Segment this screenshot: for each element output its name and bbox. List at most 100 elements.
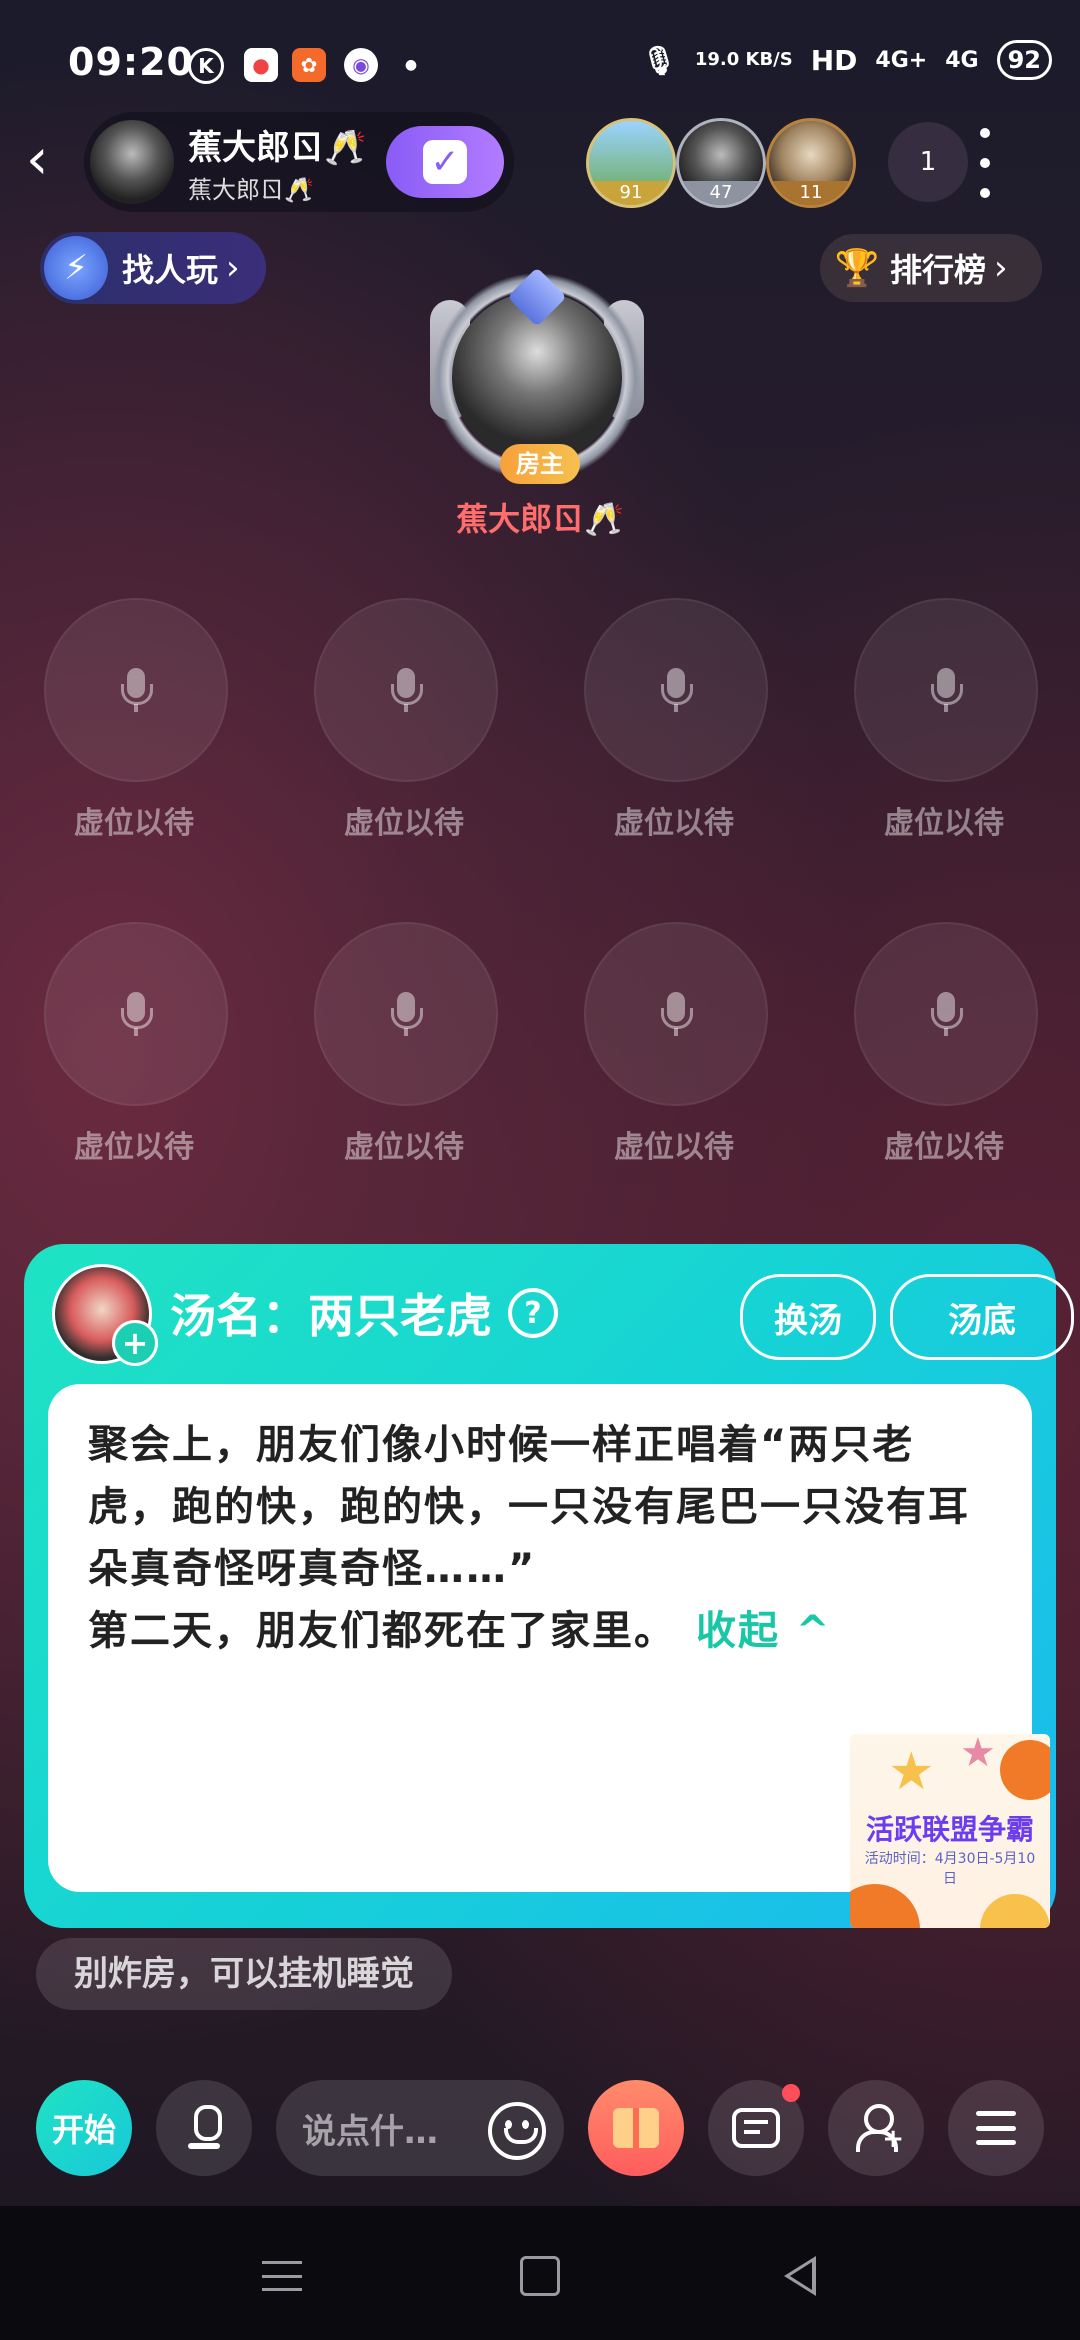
star-icon: ★ [888,1742,935,1802]
invite-user-button[interactable]: + [828,2080,924,2176]
seat-circle[interactable] [44,922,228,1106]
status-bar: 09:20 K ● ✿ ◉ ● 🎙 19.0 KB/S HD 4G+ 4G 92 [0,0,1080,120]
messages-button[interactable] [708,2080,804,2176]
more-menu-icon[interactable] [970,128,1000,198]
back-button[interactable]: ‹ [26,130,76,190]
status-right: 🎙 19.0 KB/S HD 4G+ 4G 92 [641,40,1052,80]
seat-circle[interactable] [854,922,1038,1106]
seat-label: 虚位以待 [884,806,1004,841]
follow-button[interactable]: ✓ [386,126,504,198]
map-app-icon: ● [244,48,278,82]
seat-3[interactable]: 虚位以待 [584,598,768,842]
help-icon[interactable]: ? [508,1288,558,1338]
nav-back-button[interactable] [770,2246,830,2306]
gift-button[interactable] [588,2080,684,2176]
emoji-icon[interactable] [488,2102,546,2160]
puzzle-answer-button[interactable]: 汤底 [890,1274,1074,1360]
viewer-avatar-1[interactable]: 91 [586,118,676,208]
owner-name: 蕉大郎ㄖ🥂 [188,128,367,168]
recent-apps-icon [262,2261,302,2291]
seat-8[interactable]: 虚位以待 [854,922,1038,1166]
viewer-badge: 91 [589,181,673,205]
story-line-1: 聚会上，朋友们像小时候一样正唱着“两只老虎，跑的快，跑的快，一只没有尾巴一只没有… [88,1422,970,1592]
seat-label: 虚位以待 [614,1130,734,1165]
planet-app-icon: ◉ [344,48,378,82]
battery-indicator: 92 [996,40,1052,80]
room-owner-pill[interactable]: 蕉大郎ㄖ🥂 蕉大郎ㄖ🥂 ✓ [84,112,514,212]
seat-2[interactable]: 虚位以待 [314,598,498,842]
find-players-label: 找人玩 [122,251,219,289]
mic-status-icon: 🎙 [641,43,677,77]
seat-label: 虚位以待 [614,806,734,841]
change-puzzle-button[interactable]: 换汤 [740,1274,876,1360]
host-badge: 房主 [500,444,580,484]
seat-label: 虚位以待 [344,806,464,841]
lightning-icon: ⚡ [44,236,108,300]
find-players-button[interactable]: ⚡ 找人玩 › [40,232,266,304]
plus-icon[interactable]: + [112,1320,158,1366]
signal-4g: 4G [945,47,979,73]
seat-7[interactable]: 虚位以待 [584,922,768,1166]
back-triangle-icon [784,2256,816,2296]
chat-input[interactable]: 说点什… [276,2080,564,2176]
orange-app-icon: ✿ [292,48,326,82]
status-time: 09:20 [68,40,194,84]
seat-label: 虚位以待 [344,1130,464,1165]
seat-label: 虚位以待 [74,1130,194,1165]
chevron-right-icon: › [226,248,240,288]
seat-6[interactable]: 虚位以待 [314,922,498,1166]
mic-icon [931,668,963,712]
promo-subtitle: 活动时间：4月30日-5月10日 [864,1851,1036,1887]
notification-dot-icon: ● [404,57,418,73]
unread-dot [782,2084,800,2102]
system-nav-bar [0,2206,1080,2340]
viewer-count[interactable]: 1 [888,122,968,202]
room-notice: 别炸房，可以挂机睡觉 [36,1938,452,2010]
owner-subtitle: 蕉大郎ㄖ🥂 [188,176,314,204]
mic-icon [661,992,693,1036]
story-line-2: 第二天，朋友们都死在了家里。 [88,1608,676,1654]
mic-icon [391,992,423,1036]
leaderboard-button[interactable]: 🏆 排行榜 › [820,234,1042,302]
mic-icon [931,992,963,1036]
start-button[interactable]: 开始 [36,2080,132,2176]
owner-avatar[interactable] [90,120,174,204]
add-user-icon: + [852,2104,904,2152]
hamburger-icon [976,2111,1016,2145]
viewer-badge: 11 [769,181,853,205]
seat-circle[interactable] [584,598,768,782]
seat-circle[interactable] [584,922,768,1106]
trophy-icon: 🏆 [834,248,880,289]
seat-circle[interactable] [314,922,498,1106]
seat-label: 虚位以待 [74,806,194,841]
seat-circle[interactable] [314,598,498,782]
chat-input-placeholder: 说点什… [302,2111,438,2152]
mic-icon [661,668,693,712]
puzzle-story: 聚会上，朋友们像小时候一样正唱着“两只老虎，跑的快，跑的快，一只没有尾巴一只没有… [88,1414,988,1662]
seat-label: 虚位以待 [884,1130,1004,1165]
mic-toggle-button[interactable] [156,2080,252,2176]
viewer-avatar-2[interactable]: 47 [676,118,766,208]
nav-home-button[interactable] [510,2246,570,2306]
seat-circle[interactable] [854,598,1038,782]
chat-bubble-icon [732,2108,780,2148]
gift-icon [613,2108,659,2148]
home-icon [520,2256,560,2296]
viewer-badge: 47 [679,181,763,205]
star-icon: ★ [960,1734,996,1776]
mic-icon [391,668,423,712]
seat-circle[interactable] [44,598,228,782]
signal-4g-plus: 4G+ [875,47,928,73]
seat-5[interactable]: 虚位以待 [44,922,228,1166]
seat-4[interactable]: 虚位以待 [854,598,1038,842]
microphone-icon [184,2103,224,2153]
collapse-button[interactable]: 收起 ^ [696,1608,831,1654]
hd-icon: HD [810,43,858,77]
promo-banner[interactable]: ★ ★ 活跃联盟争霸 活动时间：4月30日-5月10日 [850,1734,1050,1928]
leaderboard-label: 排行榜 [890,251,987,289]
menu-button[interactable] [948,2080,1044,2176]
seat-1[interactable]: 虚位以待 [44,598,228,842]
nav-recent-button[interactable] [252,2246,312,2306]
network-speed: 19.0 KB/S [694,49,793,70]
viewer-avatar-3[interactable]: 11 [766,118,856,208]
